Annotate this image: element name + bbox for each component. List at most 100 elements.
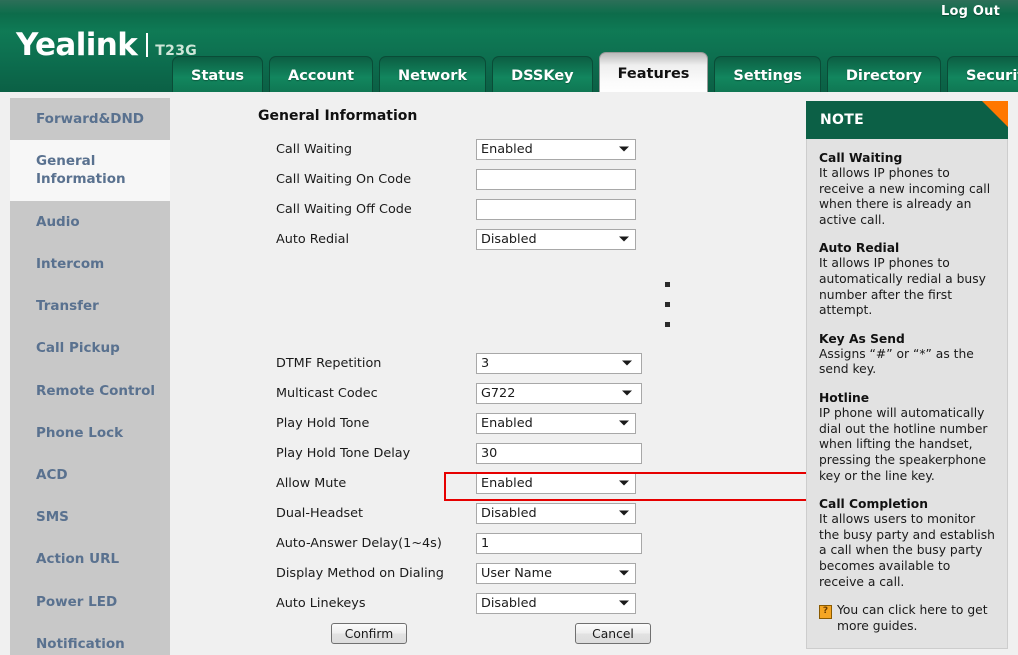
tab-account[interactable]: Account — [269, 56, 373, 92]
logo-text: Yealink — [16, 27, 138, 63]
note-panel-header: NOTE — [806, 101, 1008, 139]
note-entry-heading: Auto Redial — [819, 241, 900, 256]
field-label: Auto Linekeys — [276, 595, 366, 611]
auto-answer-delay-1-4s-input[interactable]: 1 — [476, 532, 642, 554]
chevron-down-icon[interactable] — [622, 390, 632, 396]
field-label: Multicast Codec — [276, 385, 378, 401]
field-label: Call Waiting On Code — [276, 171, 412, 187]
sidebar-item-notification-popups[interactable]: Notification Popups — [10, 623, 170, 655]
sidebar-item-audio[interactable]: Audio — [10, 201, 170, 243]
field-wrapper: User Name — [476, 562, 636, 584]
call-waiting-on-code-input[interactable] — [476, 168, 636, 190]
main-content: General Information Call Waiting Enabled C… — [180, 98, 838, 655]
brand-logo: Yealink T23G — [16, 30, 197, 61]
form-row: Auto Redial Disabled — [264, 224, 754, 254]
form-row: DTMF Repetition 3 — [264, 348, 754, 378]
chevron-down-icon[interactable] — [619, 146, 629, 152]
call-waiting-select[interactable]: Enabled — [476, 138, 636, 160]
auto-linekeys-select[interactable]: Disabled — [476, 592, 636, 614]
truncated-rows-ellipsis — [264, 266, 754, 327]
sidebar-item-intercom[interactable]: Intercom — [10, 243, 170, 285]
page-title: General Information — [258, 108, 418, 124]
sidebar-item-acd[interactable]: ACD — [10, 454, 170, 496]
chevron-down-icon[interactable] — [619, 236, 629, 242]
tab-security[interactable]: Security — [946, 56, 1018, 92]
sidebar-item-transfer[interactable]: Transfer — [10, 285, 170, 327]
field-label: DTMF Repetition — [276, 355, 382, 371]
chevron-down-icon[interactable] — [619, 570, 629, 576]
field-wrapper — [476, 168, 636, 190]
chevron-down-icon[interactable] — [619, 510, 629, 516]
form-row: Play Hold Tone Delay 30 — [264, 438, 754, 468]
tab-directory[interactable]: Directory — [826, 56, 941, 92]
note-panel-body: Call Waiting It allows IP phones to recei… — [806, 139, 1008, 650]
note-title: NOTE — [820, 112, 864, 128]
tab-settings[interactable]: Settings — [714, 56, 821, 92]
form-row: Play Hold Tone Enabled — [264, 408, 754, 438]
field-wrapper: 30 — [476, 442, 642, 464]
note-entry-heading: Hotline — [819, 391, 870, 406]
field-label: Dual-Headset — [276, 505, 363, 521]
field-label: Auto Redial — [276, 231, 350, 247]
tab-status[interactable]: Status — [172, 56, 264, 92]
chevron-down-icon[interactable] — [622, 360, 632, 366]
sidebar-item-phone-lock[interactable]: Phone Lock — [10, 412, 170, 454]
logo-divider — [146, 33, 149, 57]
tab-network[interactable]: Network — [379, 56, 487, 92]
cancel-button[interactable]: Cancel — [575, 623, 651, 644]
display-method-on-dialing-select[interactable]: User Name — [476, 562, 636, 584]
form-row: Auto Linekeys Disabled — [264, 588, 754, 618]
field-wrapper: Enabled — [476, 412, 636, 434]
sidebar-item-sms[interactable]: SMS — [10, 496, 170, 538]
page-root: Log Out Yealink T23G Status Account Networ… — [0, 0, 1018, 655]
sidebar-item-power-led[interactable]: Power LED — [10, 581, 170, 623]
field-label: Play Hold Tone — [276, 415, 370, 431]
chevron-down-icon[interactable] — [619, 600, 629, 606]
sidebar-menu: Forward&DND General Information Audio Inter… — [10, 98, 170, 655]
tab-features[interactable]: Features — [598, 52, 709, 92]
field-wrapper: Disabled — [476, 592, 636, 614]
logout-button[interactable]: Log Out — [941, 4, 1000, 19]
note-entry-heading: Call Completion — [819, 497, 928, 512]
field-label: Display Method on Dialing — [276, 565, 444, 581]
field-label: Call Waiting — [276, 141, 352, 157]
form-row: Call Waiting Off Code — [264, 194, 754, 224]
field-label: Call Waiting Off Code — [276, 201, 412, 217]
sidebar-item-action-url[interactable]: Action URL — [10, 538, 170, 580]
multicast-codec-select[interactable]: G722 — [476, 382, 642, 404]
help-question-icon[interactable]: ? — [819, 605, 832, 620]
header-gloss — [0, 0, 1018, 14]
allow-mute-select[interactable]: Enabled — [476, 472, 636, 494]
dual-headset-select[interactable]: Disabled — [476, 502, 636, 524]
sidebar-item-forward-dnd[interactable]: Forward&DND — [10, 98, 170, 140]
dtmf-repetition-select[interactable]: 3 — [476, 352, 642, 374]
sidebar-item-call-pickup[interactable]: Call Pickup — [10, 327, 170, 369]
play-hold-tone-delay-input[interactable]: 30 — [476, 442, 642, 464]
field-wrapper: G722 — [476, 382, 642, 404]
ellipsis-dot — [665, 302, 670, 307]
more-guides-link[interactable]: ? You can click here to get more guides. — [819, 603, 996, 634]
chevron-down-icon[interactable] — [619, 420, 629, 426]
field-wrapper — [476, 198, 636, 220]
form-row: Dual-Headset Disabled — [264, 498, 754, 528]
note-entry-heading: Call Waiting — [819, 151, 903, 165]
field-wrapper: Disabled — [476, 228, 636, 250]
field-wrapper: 1 — [476, 532, 642, 554]
sidebar-item-remote-control[interactable]: Remote Control — [10, 370, 170, 412]
tab-dsskey[interactable]: DSSKey — [492, 56, 593, 92]
auto-redial-select[interactable]: Disabled — [476, 228, 636, 250]
play-hold-tone-select[interactable]: Enabled — [476, 412, 636, 434]
chevron-down-icon[interactable] — [619, 480, 629, 486]
note-entry-heading: Key As Send — [819, 331, 905, 346]
note-entry-text: It allows IP phones to automatically red… — [819, 256, 986, 318]
note-panel: NOTE Call Waiting It allows IP phones to … — [806, 101, 1008, 650]
call-waiting-off-code-input[interactable] — [476, 198, 636, 220]
more-guides-text: You can click here to get more guides. — [837, 603, 988, 633]
sidebar-item-general-information[interactable]: General Information — [10, 140, 170, 201]
page-header: Log Out Yealink T23G Status Account Networ… — [0, 0, 1018, 92]
form-row: Multicast Codec G722 — [264, 378, 754, 408]
confirm-button[interactable]: Confirm — [331, 623, 407, 644]
corner-fold-icon — [982, 101, 1008, 127]
form-row: Allow Mute Enabled — [264, 468, 754, 498]
note-entry-text: It allows IP phones to receive a new inc… — [819, 166, 991, 227]
